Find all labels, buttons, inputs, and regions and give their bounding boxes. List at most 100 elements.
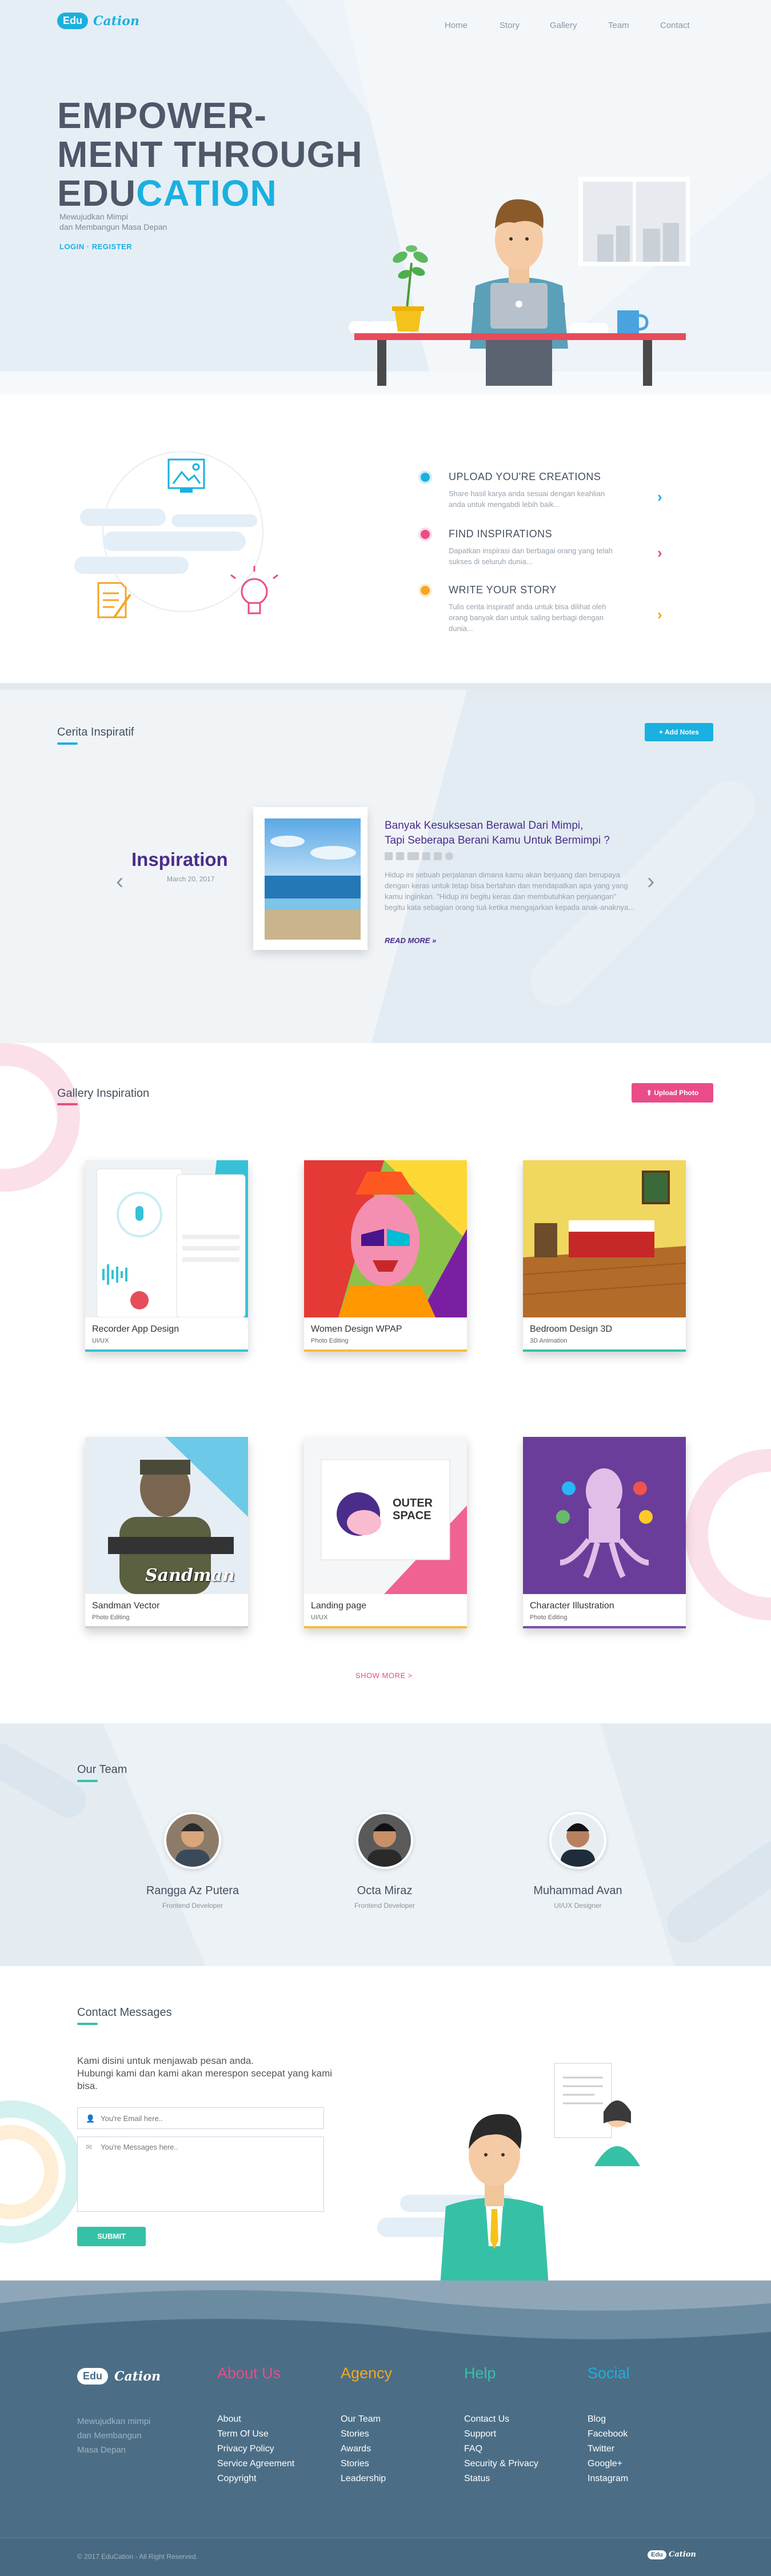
thumb-recorder: [85, 1160, 248, 1317]
nav-story[interactable]: Story: [500, 21, 520, 30]
feature-title-write: WRITE YOUR STORY: [449, 584, 557, 596]
gallery-underline: [57, 1103, 78, 1105]
gallery-card[interactable]: Recorder App Design UI/UX: [85, 1160, 248, 1352]
hero-title-line1: EMPOWER-: [57, 95, 267, 136]
footer-link[interactable]: Google+: [588, 2459, 622, 2469]
footer-link[interactable]: Term Of Use: [217, 2429, 269, 2439]
story-image-card[interactable]: [253, 807, 367, 950]
login-link[interactable]: LOGIN: [59, 242, 85, 251]
thumb-landing: OUTER SPACE: [304, 1437, 467, 1594]
upload-icon: ⬆: [646, 1089, 654, 1097]
chevron-right-icon[interactable]: ›: [647, 869, 654, 894]
avatar[interactable]: [164, 1812, 221, 1869]
member-role: UI/UX Designer: [554, 1902, 602, 1910]
hero-auth-links: LOGIN · REGISTER: [59, 242, 133, 251]
gallery-card[interactable]: Character Illustration Photo Editing: [523, 1437, 686, 1628]
member-name: Octa Miraz: [357, 1884, 413, 1897]
nav-team[interactable]: Team: [608, 21, 629, 30]
footer-link[interactable]: Leadership: [341, 2474, 386, 2484]
card-accent-bar: [85, 1626, 248, 1628]
email-field[interactable]: 👤 You're Email here..: [77, 2107, 324, 2129]
linkedin-icon[interactable]: [434, 852, 442, 860]
upload-photo-button[interactable]: ⬆ Upload Photo: [632, 1083, 713, 1103]
chevron-left-icon[interactable]: ‹: [116, 869, 123, 894]
footer-logo-script[interactable]: Cation: [114, 2369, 161, 2384]
footer-link[interactable]: Awards: [341, 2444, 371, 2454]
gallery-card-title: Sandman Vector: [92, 1601, 160, 1611]
facebook-icon[interactable]: [385, 852, 393, 860]
gallery-card[interactable]: Bedroom Design 3D 3D Animation: [523, 1160, 686, 1352]
team-title: Our Team: [77, 1763, 127, 1776]
footer-link[interactable]: Copyright: [217, 2474, 256, 2484]
footer-logo-pill[interactable]: Edu: [77, 2368, 108, 2385]
submit-button[interactable]: SUBMIT: [77, 2227, 146, 2246]
footer-link[interactable]: FAQ: [464, 2444, 482, 2454]
story-date: March 20, 2017: [167, 875, 215, 883]
gallery-card[interactable]: OUTER SPACE Landing page UI/UX: [304, 1437, 467, 1628]
gallery-card-category: 3D Animation: [530, 1337, 568, 1344]
member-name: Muhammad Avan: [533, 1884, 622, 1897]
mini-logo-script[interactable]: Cation: [669, 2550, 696, 2559]
feature-dot-upload: [421, 473, 430, 482]
mini-logo-pill[interactable]: Edu: [648, 2550, 666, 2559]
feature-desc-write: Tulis cerita inspiratif anda untuk bisa …: [449, 602, 606, 633]
register-link[interactable]: REGISTER: [92, 242, 132, 251]
stories-title: Cerita Inspiratif: [57, 726, 134, 738]
add-notes-button[interactable]: + Add Notes: [645, 723, 713, 741]
nav-home[interactable]: Home: [445, 21, 468, 30]
gallery-card-title: Women Design WPAP: [311, 1324, 402, 1334]
card-accent-bar: [304, 1349, 467, 1352]
logo-script[interactable]: Cation: [93, 14, 139, 29]
share-icon[interactable]: [422, 852, 430, 860]
feature-desc-find: Dapatkan inspirasi dan berbagai orang ya…: [449, 546, 613, 566]
footer-link[interactable]: Facebook: [588, 2429, 628, 2439]
footer-link[interactable]: Stories: [341, 2429, 369, 2439]
footer-link[interactable]: Contact Us: [464, 2414, 509, 2425]
features-section: UPLOAD YOU'RE CREATIONS Share hasil kary…: [0, 417, 771, 680]
footer-link[interactable]: Blog: [588, 2414, 606, 2425]
card-accent-bar: [304, 1626, 467, 1628]
nav-gallery[interactable]: Gallery: [550, 21, 577, 30]
footer-link[interactable]: Stories: [341, 2459, 369, 2469]
hero-title: EMPOWER- MENT THROUGH EDUCATION: [57, 96, 363, 213]
sandman-text: Sandman: [145, 1565, 235, 1585]
thumb-character: [523, 1437, 686, 1594]
footer-link[interactable]: Security & Privacy: [464, 2459, 538, 2469]
thumb-sandman: Sandman: [85, 1437, 248, 1594]
footer-link[interactable]: About: [217, 2414, 241, 2425]
avatar[interactable]: [549, 1812, 606, 1869]
user-icon: 👤: [86, 2114, 95, 2123]
footer-link[interactable]: Twitter: [588, 2444, 614, 2454]
footer-waves: [0, 2281, 771, 2339]
show-more-link[interactable]: SHOW MORE >: [355, 1671, 413, 1680]
chevron-right-icon[interactable]: ›: [657, 544, 662, 562]
hero-title-line2: MENT THROUGH: [57, 134, 363, 175]
gallery-card[interactable]: Sandman Sandman Vector Photo Editing: [85, 1437, 248, 1628]
chevron-right-icon[interactable]: ›: [657, 488, 662, 506]
member-role: Frontend Developer: [354, 1902, 416, 1910]
contact-illustration: [440, 2063, 640, 2286]
footer-link[interactable]: Our Team: [341, 2414, 381, 2425]
feature-title-find: FIND INSPIRATIONS: [449, 528, 553, 540]
gallery-card-title: Landing page: [311, 1601, 366, 1611]
footer-link[interactable]: Instagram: [588, 2474, 628, 2484]
features-illustration: [74, 452, 278, 618]
telegram-icon[interactable]: [445, 852, 453, 860]
gallery-card[interactable]: Women Design WPAP Photo Editing: [304, 1160, 467, 1352]
gallery-card-title: Character Illustration: [530, 1601, 614, 1611]
read-more-link[interactable]: READ MORE »: [385, 936, 436, 945]
footer-link[interactable]: Support: [464, 2429, 496, 2439]
footer-link[interactable]: Service Agreement: [217, 2459, 294, 2469]
thumb-wpap: [304, 1160, 467, 1317]
avatar[interactable]: [356, 1812, 413, 1869]
footer-link[interactable]: Privacy Policy: [217, 2444, 274, 2454]
footer-link[interactable]: Status: [464, 2474, 490, 2484]
google-plus-icon[interactable]: [408, 852, 419, 860]
twitter-icon[interactable]: [396, 852, 404, 860]
story-body: Hidup ini sebuah perjalanan dimana kamu …: [385, 870, 635, 912]
logo-pill[interactable]: Edu: [57, 13, 88, 29]
message-field[interactable]: ✉ You're Messages here..: [77, 2136, 324, 2212]
chevron-right-icon[interactable]: ›: [657, 606, 662, 624]
nav-contact[interactable]: Contact: [660, 21, 690, 30]
contact-intro: Kami disini untuk menjawab pesan anda. H…: [77, 2055, 333, 2091]
